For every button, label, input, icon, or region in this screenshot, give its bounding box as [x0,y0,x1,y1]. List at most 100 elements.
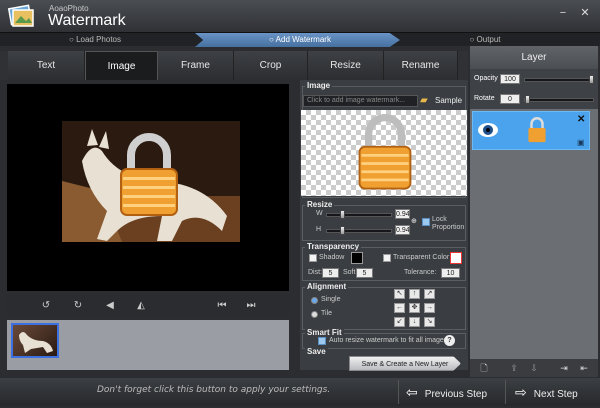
opacity-slider[interactable] [524,78,594,82]
first-photo-icon[interactable]: ⏮ [215,299,229,313]
tile-radio[interactable] [311,311,318,318]
tab-crop[interactable]: Crop [234,51,308,80]
previous-step-button[interactable]: ⇦ Previous Step [406,379,487,405]
tile-label: Tile [321,310,333,317]
folder-open-icon[interactable]: ▰ [420,95,432,107]
height-label: H [316,226,322,233]
step-add-watermark: ○ Add Watermark [269,35,331,44]
align-center-button[interactable]: ✥ [409,303,420,313]
layer-controls: Opacity 100 Rotate 0 [470,69,598,109]
watermark-file-input[interactable]: Click to add image watermark... [303,95,418,107]
rotate-slider[interactable] [524,98,594,102]
height-slider[interactable] [326,229,392,233]
tab-image[interactable]: Image [85,51,158,80]
layer-toolbar: 🗋 ⇪ ⇩ ⇥ ⇤ [470,359,598,377]
shadow-checkbox[interactable] [309,254,317,262]
arrow-left-icon: ⇦ [406,384,418,400]
resize-section-header: Resize [305,200,335,209]
rotate-value[interactable]: 0 [500,94,520,104]
tab-rename[interactable]: Rename [384,51,458,80]
tolerance-value[interactable]: 10 [441,268,460,278]
tab-text[interactable]: Text [8,51,85,80]
tolerance-label: Tolerance: [404,269,437,276]
align-bottom-left-button[interactable]: ↙ [394,317,405,327]
move-down-icon[interactable]: ⇩ [528,362,540,374]
align-bottom-button[interactable]: ↓ [409,317,420,327]
help-icon[interactable]: ? [444,335,455,346]
divider [505,380,506,404]
new-layer-icon[interactable]: 🗋 [478,362,490,374]
width-label: W [316,210,323,217]
align-top-left-button[interactable]: ↖ [394,289,405,299]
align-top-right-button[interactable]: ↗ [424,289,435,299]
width-slider-knob[interactable] [340,210,345,219]
next-step-button[interactable]: ⇨ Next Step [515,379,578,405]
opacity-slider-knob[interactable] [589,75,594,84]
close-button[interactable]: ✕ [578,6,592,20]
shadow-color-swatch[interactable] [351,252,363,264]
eye-icon[interactable] [477,122,499,138]
shadow-label: Shadow [319,254,345,261]
layer-panel-header: Layer [470,46,598,69]
tab-frame[interactable]: Frame [158,51,234,80]
lock-watermark-icon [120,133,178,216]
step-load-photos: ○ Load Photos [69,35,121,44]
app-logo-icon [7,4,34,27]
photo-thumbnail[interactable] [11,323,59,358]
image-layer-type-icon: ▣ [577,138,585,147]
image-section-header: Image [305,81,333,90]
transparent-color-swatch[interactable] [450,252,462,264]
step-output: ○ Output [469,35,501,44]
preview-photo [62,121,240,242]
export-layer-icon[interactable]: ⇤ [578,362,590,374]
align-right-button[interactable]: → [424,303,435,313]
width-value[interactable]: 0.94 [395,209,410,219]
smart-fit-section-header: Smart Fit [305,328,344,337]
single-label: Single [321,296,341,303]
single-radio[interactable] [311,297,318,304]
rotate-label: Rotate [474,95,495,102]
preview-toolbar: ↺ ↻ ◀ ◭ ⏮ ⏭ [7,294,289,318]
rotate-slider-knob[interactable] [525,95,530,104]
layer-item[interactable]: ✕ ▣ [472,111,590,150]
align-bottom-right-button[interactable]: ↘ [424,317,435,327]
move-up-icon[interactable]: ⇪ [508,362,520,374]
tab-bar: Text Image Frame Crop Resize Rename [0,51,468,80]
sample-button[interactable]: Sample [435,94,462,108]
watermark-preview [301,110,467,196]
delete-layer-icon[interactable]: ✕ [577,114,585,125]
rotate-right-icon[interactable]: ↻ [71,299,85,313]
rotate-left-icon[interactable]: ↺ [39,299,53,313]
distance-label: Dist: [308,269,322,276]
import-layer-icon[interactable]: ⇥ [558,362,570,374]
photo-preview [7,84,289,291]
alignment-section [302,287,466,330]
height-value[interactable]: 0.94 [395,225,410,235]
divider [398,380,399,404]
arrow-right-icon: ⇨ [515,384,527,400]
smart-fit-label: Auto resize watermark to fit all images. [329,337,450,344]
width-slider[interactable] [326,213,392,217]
softness-value[interactable]: 5 [356,268,373,278]
link-icon: ⊕ [411,218,417,225]
distance-value[interactable]: 5 [322,268,339,278]
lock-preview-icon [358,114,412,190]
tab-resize[interactable]: Resize [308,51,384,80]
save-create-layer-button[interactable]: Save & Create a New Layer [349,356,461,371]
flip-vertical-icon[interactable]: ◭ [134,299,148,313]
transparent-color-checkbox[interactable] [383,254,391,262]
opacity-value[interactable]: 100 [500,74,520,84]
lock-proportion-label: Lock Proportion [432,216,465,231]
align-top-button[interactable]: ↑ [409,289,420,299]
transparency-section-header: Transparency [305,242,362,251]
apply-hint: Don't forget click this button to apply … [97,385,331,395]
smart-fit-checkbox[interactable] [318,337,326,345]
dog-thumbnail-image [19,332,53,353]
minimize-button[interactable]: − [556,6,570,20]
flip-horizontal-icon[interactable]: ◀ [103,299,117,313]
next-photo-icon[interactable]: ⏭ [244,299,258,313]
height-slider-knob[interactable] [340,226,345,235]
title-bar: AoaoPhoto Watermark − ✕ [0,0,600,32]
align-left-button[interactable]: ← [394,303,405,313]
lock-proportion-checkbox[interactable] [422,218,430,226]
